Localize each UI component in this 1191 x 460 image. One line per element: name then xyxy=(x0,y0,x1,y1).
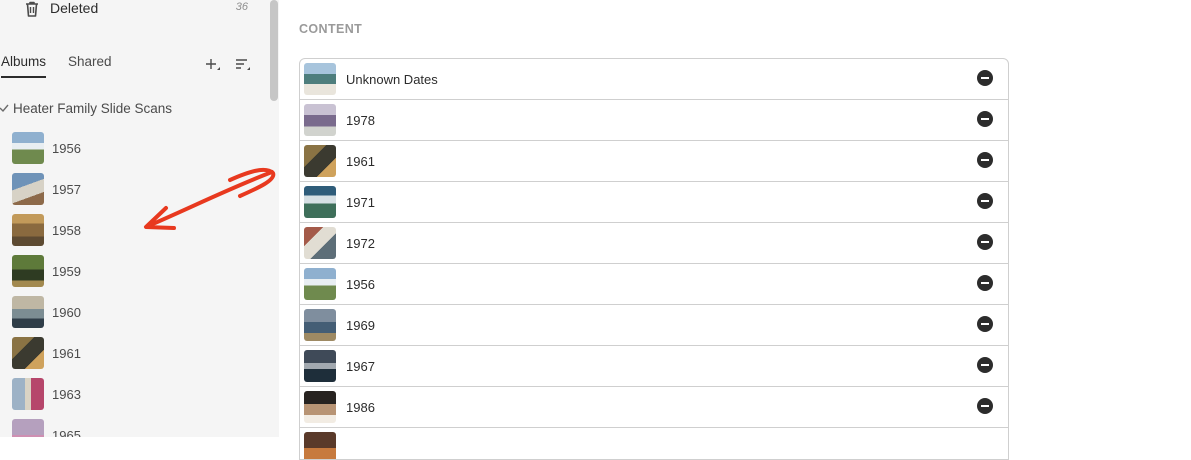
content-row-label: 1978 xyxy=(346,113,375,128)
sidebar-item-album[interactable]: 1956 xyxy=(0,128,268,169)
sidebar-item-album[interactable]: 1965 xyxy=(0,415,268,437)
album-thumbnail xyxy=(12,214,44,246)
album-thumbnail xyxy=(304,309,336,341)
remove-icon[interactable] xyxy=(976,151,994,169)
content-row[interactable]: 1978 xyxy=(300,100,1008,141)
sidebar-item-album[interactable]: 1961 xyxy=(0,333,268,374)
remove-icon[interactable] xyxy=(976,69,994,87)
content-row[interactable]: Unknown Dates xyxy=(300,59,1008,100)
content-row-label: 1967 xyxy=(346,359,375,374)
remove-icon[interactable] xyxy=(976,315,994,333)
content-row[interactable]: 1969 xyxy=(300,305,1008,346)
content-row-label: 1972 xyxy=(346,236,375,251)
content-row[interactable]: 1956 xyxy=(300,264,1008,305)
content-row-label: 1986 xyxy=(346,400,375,415)
content-row[interactable]: 1986 xyxy=(300,387,1008,428)
album-label: 1963 xyxy=(52,387,81,402)
trash-icon xyxy=(26,1,38,17)
remove-icon[interactable] xyxy=(976,110,994,128)
sidebar-item-label: Deleted xyxy=(50,0,99,16)
album-thumbnail xyxy=(12,132,44,164)
content-row-label: Unknown Dates xyxy=(346,72,438,87)
sidebar-item-album[interactable]: 1958 xyxy=(0,210,268,251)
content-row-label: 1961 xyxy=(346,154,375,169)
remove-icon[interactable] xyxy=(976,274,994,292)
album-thumbnail xyxy=(12,173,44,205)
tab-albums[interactable]: Albums xyxy=(1,54,47,78)
album-thumbnail xyxy=(304,432,336,459)
album-label: 1957 xyxy=(52,182,81,197)
content-list: Unknown Dates 1978 1961 1971 1972 1956 1969 196… xyxy=(299,58,1009,460)
content-row[interactable]: 1967 xyxy=(300,346,1008,387)
album-thumbnail xyxy=(304,104,336,136)
album-thumbnail xyxy=(12,255,44,287)
album-thumbnail xyxy=(304,63,336,95)
album-group-header[interactable]: Heater Family Slide Scans xyxy=(0,101,260,119)
content-row[interactable] xyxy=(300,428,1008,459)
album-thumbnail xyxy=(304,268,336,300)
content-row-label: 1971 xyxy=(346,195,375,210)
album-label: 1956 xyxy=(52,141,81,156)
album-thumbnail xyxy=(12,378,44,410)
sidebar-item-album[interactable]: 1957 xyxy=(0,169,268,210)
album-label: 1965 xyxy=(52,428,81,437)
content-heading: CONTENT xyxy=(299,22,363,36)
album-thumbnail xyxy=(304,391,336,423)
content-row[interactable]: 1961 xyxy=(300,141,1008,182)
album-group-label: Heater Family Slide Scans xyxy=(13,101,173,116)
remove-icon[interactable] xyxy=(976,233,994,251)
album-label: 1958 xyxy=(52,223,81,238)
sidebar-item-deleted[interactable]: Deleted 36 xyxy=(22,0,252,18)
sidebar-item-album[interactable]: 1960 xyxy=(0,292,268,333)
album-label: 1961 xyxy=(52,346,81,361)
album-thumbnail xyxy=(12,419,44,437)
sidebar: Deleted 36 Albums Shared Heater Family S… xyxy=(0,0,279,437)
scrollbar-thumb[interactable] xyxy=(270,0,278,101)
remove-icon[interactable] xyxy=(976,397,994,415)
sidebar-item-album[interactable]: 1959 xyxy=(0,251,268,292)
add-album-icon[interactable] xyxy=(204,55,222,73)
content-row[interactable]: 1971 xyxy=(300,182,1008,223)
sort-icon[interactable] xyxy=(234,55,252,73)
album-thumbnail xyxy=(304,350,336,382)
chevron-down-icon xyxy=(0,104,9,113)
album-label: 1959 xyxy=(52,264,81,279)
album-list: 1956 1957 1958 1959 1960 1961 1963 1965 xyxy=(0,128,268,437)
remove-icon[interactable] xyxy=(976,356,994,374)
content-row[interactable]: 1972 xyxy=(300,223,1008,264)
album-thumbnail xyxy=(12,337,44,369)
tab-shared[interactable]: Shared xyxy=(68,54,112,69)
album-label: 1960 xyxy=(52,305,81,320)
sidebar-item-album[interactable]: 1963 xyxy=(0,374,268,415)
album-thumbnail xyxy=(304,227,336,259)
album-thumbnail xyxy=(12,296,44,328)
album-thumbnail xyxy=(304,145,336,177)
remove-icon[interactable] xyxy=(976,192,994,210)
album-thumbnail xyxy=(304,186,336,218)
album-tabs: Albums Shared xyxy=(0,52,265,80)
deleted-count: 36 xyxy=(235,1,248,13)
content-row-label: 1969 xyxy=(346,318,375,333)
content-row-label: 1956 xyxy=(346,277,375,292)
